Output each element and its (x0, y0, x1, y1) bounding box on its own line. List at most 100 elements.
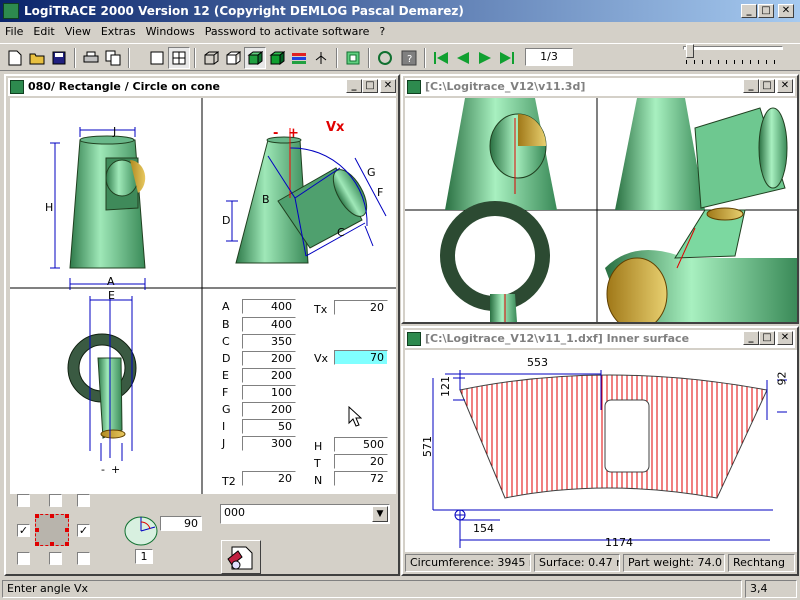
param-label-e: E (222, 369, 229, 382)
open-folder-icon[interactable] (26, 47, 48, 69)
menu-file[interactable]: File (0, 22, 28, 42)
param-b-field[interactable]: 400 (242, 317, 296, 332)
window-icon[interactable] (407, 80, 421, 94)
checkbox-bottom-left[interactable] (17, 552, 30, 565)
checkbox-top-right[interactable] (77, 494, 90, 507)
zoom-slider-thumb[interactable] (686, 44, 694, 58)
svg-text:?: ? (407, 54, 412, 65)
tx-field[interactable]: 20 (334, 300, 388, 315)
rectangle-preview-icon (35, 514, 69, 546)
copy-icon[interactable] (102, 47, 124, 69)
hidden-line-cube-icon[interactable] (222, 47, 244, 69)
info-icon[interactable]: ? (398, 47, 420, 69)
angle-index-field[interactable]: 1 (135, 549, 153, 564)
vx-field[interactable]: 70 (334, 350, 388, 365)
win3-maximize-button[interactable]: □ (759, 331, 775, 345)
zoom-slider-ticks (686, 60, 782, 64)
first-page-icon[interactable] (430, 47, 452, 69)
t-field[interactable]: 20 (334, 454, 388, 469)
view3d-window-title: [C:\Logitrace_V12\v11.3d] (405, 78, 795, 96)
shaded-cube-icon[interactable] (244, 47, 266, 69)
page-indicator[interactable]: 1/3 (525, 48, 573, 66)
n-label: N (314, 474, 323, 487)
view3d-window: [C:\Logitrace_V12\v11.3d] _ □ ✕ (401, 74, 799, 324)
param-a-field[interactable]: 400 (242, 299, 296, 314)
circumference-info: Circumference: 3945 mm (405, 554, 531, 572)
param-e-field[interactable]: 200 (242, 368, 296, 383)
dim-553: 553 (527, 356, 548, 369)
maximize-button[interactable]: □ (758, 4, 774, 18)
color-layers-icon[interactable] (288, 47, 310, 69)
status-bar: Enter angle Vx 3,4 (0, 578, 800, 600)
checkbox-right[interactable]: ✓ (77, 524, 90, 537)
window-icon[interactable] (407, 332, 421, 346)
new-file-icon[interactable] (4, 47, 26, 69)
drawing-canvas[interactable]: J H A E D B C F G Vx - + - + (10, 98, 396, 494)
dim-label-h: H (45, 201, 54, 214)
minimize-button[interactable]: _ (741, 4, 757, 18)
param-f-field[interactable]: 100 (242, 385, 296, 400)
unfold-canvas[interactable]: 553 121 92 571 154 1174 (405, 350, 797, 552)
profile-combo[interactable]: 000 (220, 504, 390, 524)
checkbox-bottom-middle[interactable] (49, 552, 62, 565)
dim-1174: 1174 (605, 536, 633, 549)
h-field[interactable]: 500 (334, 437, 388, 452)
surface-info: Surface: 0.47 m² (534, 554, 620, 572)
param-label-d: D (222, 352, 231, 365)
profile-combo-value: 000 (224, 506, 245, 519)
win2-minimize-button[interactable]: _ (743, 79, 759, 93)
last-page-icon[interactable] (496, 47, 518, 69)
win2-close-button[interactable]: ✕ (777, 79, 793, 93)
angle-field[interactable]: 90 (160, 516, 202, 531)
calculate-button[interactable] (221, 540, 261, 574)
win1-minimize-button[interactable]: _ (346, 79, 362, 93)
curve-icon[interactable] (374, 47, 396, 69)
menu-windows[interactable]: Windows (141, 22, 200, 42)
save-icon[interactable] (48, 47, 70, 69)
n-field[interactable]: 72 (334, 471, 388, 486)
menu-view[interactable]: View (60, 22, 96, 42)
param-j-field[interactable]: 300 (242, 436, 296, 451)
t2-field[interactable]: 20 (242, 471, 296, 486)
win1-close-button[interactable]: ✕ (380, 79, 396, 93)
four-views-icon[interactable] (168, 47, 190, 69)
next-page-icon[interactable] (474, 47, 496, 69)
status-position: 3,4 (745, 580, 797, 598)
checkbox-left[interactable]: ✓ (17, 524, 30, 537)
dim-label-g: G (367, 166, 376, 179)
param-c-field[interactable]: 350 (242, 334, 296, 349)
menu-password[interactable]: Password to activate software (200, 22, 375, 42)
win2-maximize-button[interactable]: □ (759, 79, 775, 93)
window-icon[interactable] (10, 80, 24, 94)
checkbox-bottom-right[interactable] (77, 552, 90, 565)
menu-extras[interactable]: Extras (96, 22, 141, 42)
toolbar: ? (0, 43, 800, 71)
param-d-field[interactable]: 200 (242, 351, 296, 366)
print-icon[interactable] (80, 47, 102, 69)
menu-edit[interactable]: Edit (28, 22, 59, 42)
combo-dropdown-button[interactable]: ▼ (372, 506, 388, 522)
wireframe-cube-icon[interactable] (200, 47, 222, 69)
app-icon[interactable] (3, 3, 19, 19)
solid-cube-icon[interactable] (266, 47, 288, 69)
unfold-window: [C:\Logitrace_V12\v11_1.dxf] Inner surfa… (401, 326, 799, 576)
t-label: T (314, 457, 321, 470)
param-i-field[interactable]: 50 (242, 419, 296, 434)
prev-page-icon[interactable] (452, 47, 474, 69)
param-label-a: A (222, 300, 230, 313)
zoom-slider-track[interactable] (683, 46, 783, 50)
param-g-field[interactable]: 200 (242, 402, 296, 417)
win3-close-button[interactable]: ✕ (777, 331, 793, 345)
win1-maximize-button[interactable]: □ (362, 79, 378, 93)
unfold-icon[interactable] (342, 47, 364, 69)
checkbox-top-left[interactable] (17, 494, 30, 507)
mouse-cursor-icon (348, 405, 363, 431)
checkbox-top-middle[interactable] (49, 494, 62, 507)
dim-label-c: C (337, 226, 345, 239)
single-view-icon[interactable] (146, 47, 168, 69)
tree-icon[interactable] (310, 47, 332, 69)
close-button[interactable]: ✕ (778, 4, 794, 18)
view3d-canvas[interactable] (405, 98, 797, 322)
win3-minimize-button[interactable]: _ (743, 331, 759, 345)
menu-help[interactable]: ? (374, 22, 390, 42)
